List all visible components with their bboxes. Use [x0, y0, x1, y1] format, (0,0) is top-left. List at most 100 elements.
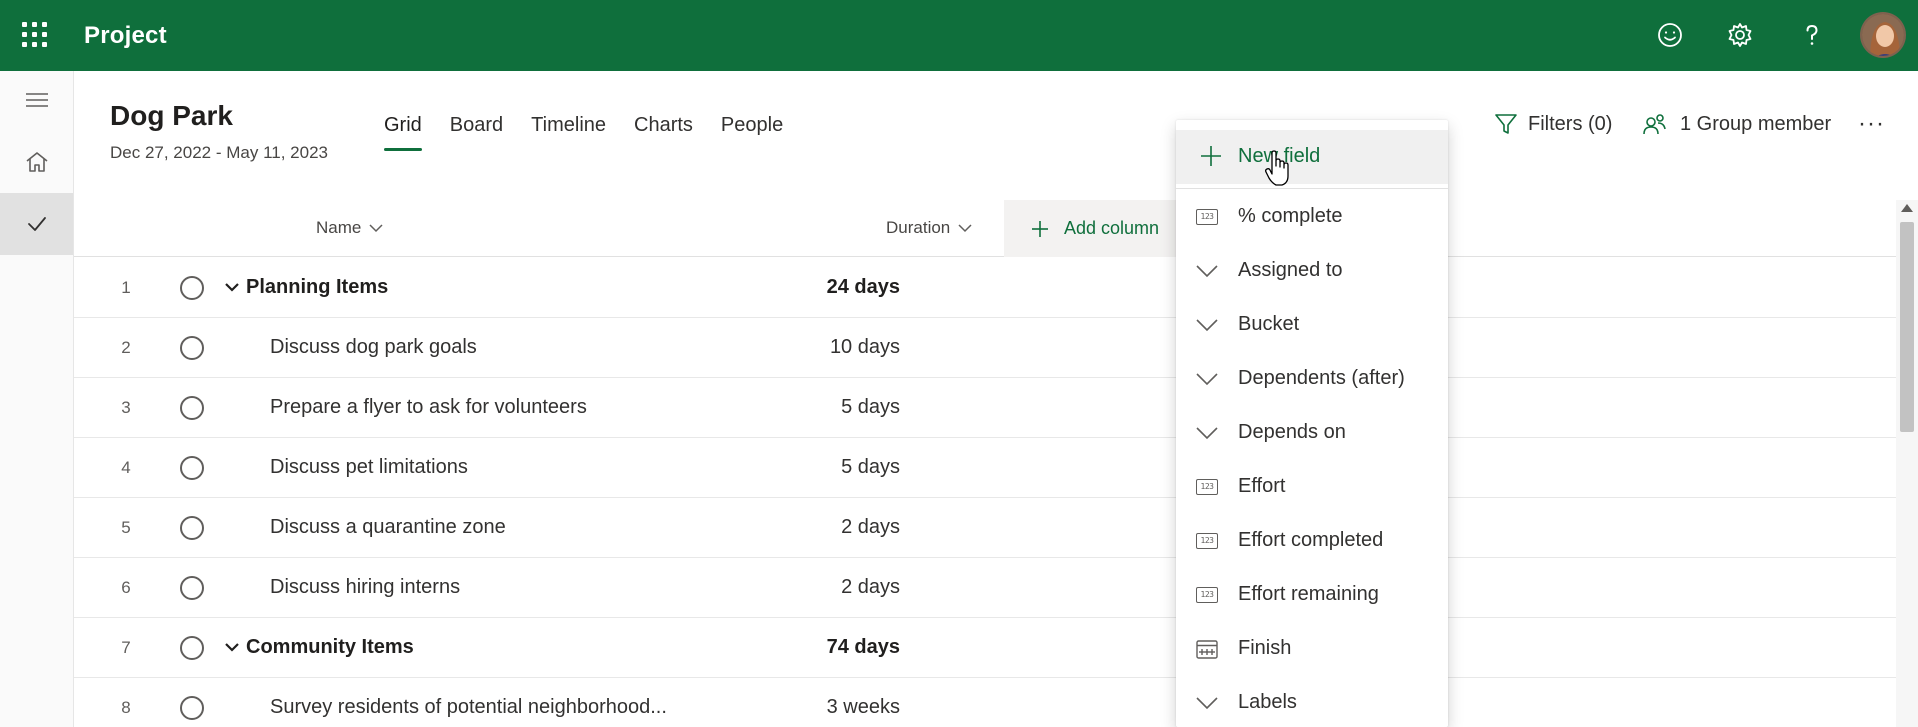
plus-icon — [1032, 220, 1048, 237]
plus-icon — [1201, 146, 1221, 166]
task-duration[interactable]: 74 days — [827, 636, 900, 659]
vertical-scrollbar[interactable] — [1896, 200, 1918, 727]
chevron-down-icon — [1194, 692, 1220, 714]
menu-item-effort-completed[interactable]: 123 Effort completed — [1176, 516, 1448, 570]
complete-task-checkbox[interactable] — [180, 636, 204, 660]
tab-grid[interactable]: Grid — [384, 114, 422, 151]
complete-task-checkbox[interactable] — [180, 576, 204, 600]
task-name[interactable]: Discuss hiring interns — [270, 576, 460, 599]
menu-item-effort-remaining[interactable]: 123 Effort remaining — [1176, 570, 1448, 624]
table-row[interactable]: 3 Prepare a flyer to ask for volunteers … — [74, 378, 1900, 438]
left-navigation-rail — [0, 71, 74, 727]
column-header-name[interactable]: Name — [316, 218, 383, 238]
menu-item-bucket[interactable]: Bucket — [1176, 300, 1448, 354]
complete-task-checkbox[interactable] — [180, 396, 204, 420]
home-icon[interactable] — [0, 133, 73, 191]
table-row[interactable]: 1 Planning Items 24 days — [74, 258, 1900, 318]
menu-item-label: Effort completed — [1238, 529, 1384, 551]
task-duration[interactable]: 5 days — [841, 456, 900, 479]
new-field-menu-item[interactable]: New field — [1176, 130, 1448, 184]
chevron-down-icon — [369, 224, 383, 233]
column-duration-label: Duration — [886, 218, 951, 237]
tab-timeline[interactable]: Timeline — [531, 114, 606, 151]
menu-item-label: Assigned to — [1238, 259, 1343, 281]
task-duration[interactable]: 5 days — [841, 396, 900, 419]
menu-item-effort[interactable]: 123 Effort — [1176, 462, 1448, 516]
menu-hamburger-icon[interactable] — [0, 71, 73, 129]
add-column-dropdown-menu: New field 123 % complete Assigned to Buc… — [1176, 120, 1448, 727]
chevron-down-icon — [958, 224, 972, 233]
task-duration[interactable]: 10 days — [830, 336, 900, 359]
complete-task-checkbox[interactable] — [180, 276, 204, 300]
help-question-icon[interactable] — [1794, 17, 1830, 53]
row-number: 3 — [121, 398, 131, 417]
task-name[interactable]: Discuss a quarantine zone — [270, 516, 506, 539]
row-number: 7 — [121, 638, 131, 657]
people-icon — [1643, 114, 1666, 135]
row-number: 5 — [121, 518, 131, 537]
scroll-up-arrow-icon[interactable] — [1901, 204, 1913, 212]
menu-divider — [1176, 188, 1448, 189]
chevron-down-icon[interactable] — [224, 639, 240, 655]
grid-header: Name Duration Add column — [74, 200, 1900, 257]
number-field-icon: 123 — [1194, 206, 1220, 228]
app-title[interactable]: Project — [84, 22, 167, 50]
tab-charts[interactable]: Charts — [634, 114, 693, 151]
menu-item-dependents-after[interactable]: Dependents (after) — [1176, 354, 1448, 408]
new-field-label: New field — [1238, 145, 1321, 167]
column-header-duration[interactable]: Duration — [886, 218, 972, 238]
menu-item-assigned-to[interactable]: Assigned to — [1176, 246, 1448, 300]
task-name[interactable]: Discuss pet limitations — [270, 456, 468, 479]
chevron-down-icon — [1194, 260, 1220, 282]
row-number: 6 — [121, 578, 131, 597]
table-row[interactable]: 2 Discuss dog park goals 10 days — [74, 318, 1900, 378]
tab-board[interactable]: Board — [450, 114, 503, 151]
table-row[interactable]: 7 Community Items 74 days — [74, 618, 1900, 678]
task-duration[interactable]: 2 days — [841, 516, 900, 539]
menu-item-depends-on[interactable]: Depends on — [1176, 408, 1448, 462]
task-name[interactable]: Discuss dog park goals — [270, 336, 477, 359]
row-number: 4 — [121, 458, 131, 477]
menu-item-percent-complete[interactable]: 123 % complete — [1176, 192, 1448, 246]
filters-button[interactable]: Filters (0) — [1494, 112, 1612, 136]
view-tabs: Grid Board Timeline Charts People — [384, 114, 811, 151]
feedback-smiley-icon[interactable] — [1652, 17, 1688, 53]
task-name[interactable]: Community Items — [246, 636, 414, 659]
table-row[interactable]: 4 Discuss pet limitations 5 days — [74, 438, 1900, 498]
more-options-button[interactable]: ··· — [1858, 110, 1885, 138]
task-name[interactable]: Planning Items — [246, 276, 388, 299]
task-duration[interactable]: 3 weeks — [827, 696, 900, 719]
complete-task-checkbox[interactable] — [180, 516, 204, 540]
checkmark-tasks-icon[interactable] — [0, 193, 73, 255]
task-duration[interactable]: 24 days — [827, 276, 900, 299]
number-field-icon: 123 — [1194, 476, 1220, 498]
menu-item-finish[interactable]: Finish — [1176, 624, 1448, 678]
menu-item-label: % complete — [1238, 205, 1343, 227]
task-duration[interactable]: 2 days — [841, 576, 900, 599]
scrollbar-thumb[interactable] — [1900, 222, 1914, 432]
task-name[interactable]: Prepare a flyer to ask for volunteers — [270, 396, 587, 419]
chevron-down-icon[interactable] — [224, 279, 240, 295]
table-row[interactable]: 6 Discuss hiring interns 2 days — [74, 558, 1900, 618]
group-members-label: 1 Group member — [1680, 112, 1832, 135]
complete-task-checkbox[interactable] — [180, 456, 204, 480]
table-row[interactable]: 8 Survey residents of potential neighbor… — [74, 678, 1900, 727]
complete-task-checkbox[interactable] — [180, 696, 204, 720]
menu-item-label: Labels — [1238, 691, 1297, 713]
tab-people[interactable]: People — [721, 114, 783, 151]
column-name-label: Name — [316, 218, 362, 237]
menu-item-labels[interactable]: Labels — [1176, 678, 1448, 727]
top-bar: Project — [0, 0, 1918, 71]
project-dates: Dec 27, 2022 - May 11, 2023 — [110, 143, 328, 162]
group-members-button[interactable]: 1 Group member — [1642, 112, 1831, 136]
complete-task-checkbox[interactable] — [180, 336, 204, 360]
chevron-down-icon — [1194, 314, 1220, 336]
project-title[interactable]: Dog Park — [110, 100, 233, 132]
app-launcher-waffle-icon[interactable] — [22, 22, 48, 48]
menu-item-label: Bucket — [1238, 313, 1300, 335]
settings-gear-icon[interactable] — [1722, 17, 1758, 53]
menu-item-label: Effort — [1238, 475, 1286, 497]
table-row[interactable]: 5 Discuss a quarantine zone 2 days — [74, 498, 1900, 558]
task-name[interactable]: Survey residents of potential neighborho… — [270, 696, 667, 719]
user-avatar[interactable] — [1860, 12, 1906, 58]
